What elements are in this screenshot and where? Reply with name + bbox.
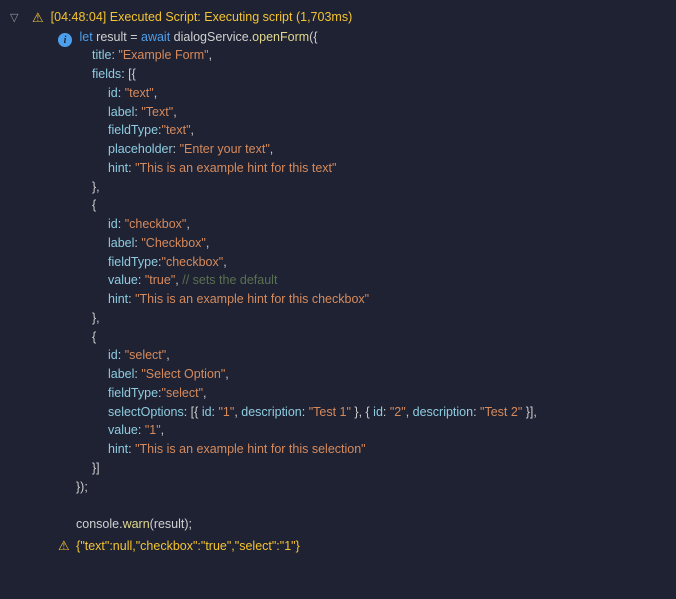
header-title: Executed Script: <box>110 10 201 24</box>
header-status: Executing script <box>204 10 292 24</box>
code-first-line: i let result = await dialogService.openF… <box>10 28 668 47</box>
log-header: ▽ ⚠ [04:48:04] Executed Script: Executin… <box>10 8 668 28</box>
warning-icon: ⚠ <box>58 538 70 553</box>
collapse-toggle-icon[interactable]: ▽ <box>10 8 28 27</box>
result-line: ⚠ {"text":null,"checkbox":"true","select… <box>10 536 668 556</box>
info-icon: i <box>58 33 72 47</box>
log-header-text: [04:48:04] Executed Script: Executing sc… <box>51 8 353 27</box>
keyword-let: let <box>79 30 92 44</box>
code-body: title: "Example Form", fields: [{ id: "t… <box>10 46 668 534</box>
header-duration: (1,703ms) <box>296 10 352 24</box>
result-output: {"text":null,"checkbox":"true","select":… <box>76 539 300 553</box>
warning-icon: ⚠ <box>32 8 44 28</box>
timestamp: [04:48:04] <box>51 10 107 24</box>
